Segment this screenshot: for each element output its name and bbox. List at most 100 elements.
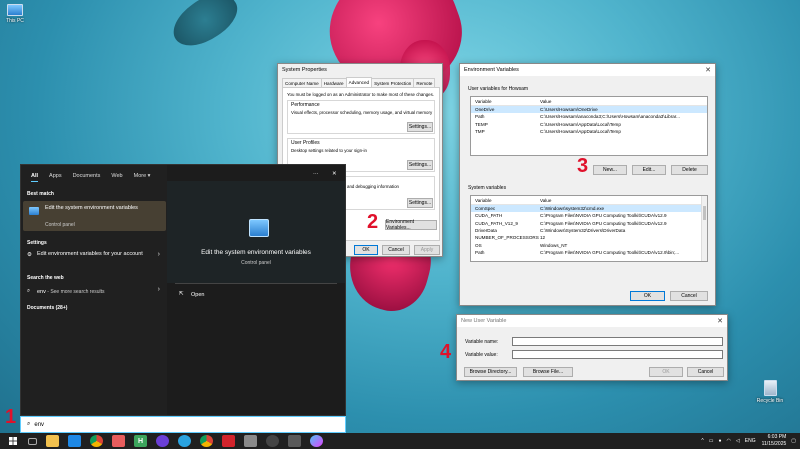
- close-icon[interactable]: ✕: [332, 171, 337, 177]
- user-profiles-heading: User Profiles: [291, 140, 320, 146]
- chrome-profile-icon[interactable]: [200, 435, 213, 447]
- tab-advanced[interactable]: Advanced: [345, 77, 373, 87]
- windows-logo-icon: [8, 437, 17, 445]
- chevron-up-icon[interactable]: ^: [701, 438, 703, 444]
- system-properties-titlebar[interactable]: System Properties: [278, 64, 442, 76]
- startup-settings-button[interactable]: Settings...: [407, 198, 433, 208]
- acrobat-icon[interactable]: [222, 435, 235, 447]
- language-indicator[interactable]: ENG: [745, 438, 756, 444]
- scrollbar-thumb[interactable]: [703, 206, 706, 220]
- system-vars-table[interactable]: Variable Value ComSpec C:\Windows\system3…: [470, 195, 708, 262]
- network-icon[interactable]: ◠: [727, 438, 731, 444]
- col-variable[interactable]: Variable: [471, 198, 540, 203]
- settings-icon[interactable]: [288, 435, 301, 447]
- web-search-result[interactable]: ⌕ env - See more search results ›: [21, 286, 166, 298]
- user-edit-button[interactable]: Edit...: [632, 165, 666, 175]
- best-match-heading: Best match: [27, 191, 54, 197]
- best-match-result[interactable]: Edit the system environment variables Co…: [23, 201, 166, 231]
- close-icon[interactable]: ✕: [705, 66, 711, 74]
- volume-icon[interactable]: ◁: [736, 438, 740, 444]
- system-properties-ok-button[interactable]: OK: [354, 245, 378, 255]
- new-user-var-ok-button[interactable]: OK: [649, 367, 683, 377]
- vscode-icon[interactable]: [68, 435, 81, 447]
- telegram-icon[interactable]: [178, 435, 191, 447]
- user-vars-table[interactable]: Variable Value OneDrive C:\Users\Howsam\O…: [470, 96, 708, 156]
- annotation-step-4: 4: [440, 341, 452, 363]
- settings-gear-icon: ⚙: [27, 252, 32, 258]
- annotation-step-3: 3: [577, 155, 589, 177]
- performance-settings-button[interactable]: Settings...: [407, 122, 433, 132]
- this-pc-label: This PC: [6, 18, 24, 24]
- admin-note: You must be logged on as an Administrato…: [287, 92, 435, 97]
- table-row[interactable]: CUDA_PATH_V12_9 C:\Program Files\NVIDIA G…: [471, 220, 707, 227]
- browse-file-button[interactable]: Browse File...: [523, 367, 573, 377]
- table-row[interactable]: NUMBER_OF_PROCESSORS 12: [471, 234, 707, 241]
- h-app-icon[interactable]: H: [134, 435, 147, 447]
- system-properties-cancel-button[interactable]: Cancel: [382, 245, 410, 255]
- recycle-bin-shortcut[interactable]: Recycle Bin: [756, 380, 784, 404]
- search-input[interactable]: ⌕ env: [20, 416, 346, 433]
- new-user-var-title: New User Variable: [461, 318, 507, 324]
- system-vars-scrollbar[interactable]: [701, 196, 707, 261]
- table-row[interactable]: DriverData C:\Windows\System32\Drivers\Dr…: [471, 227, 707, 234]
- new-user-var-cancel-button[interactable]: Cancel: [687, 367, 724, 377]
- env-vars-titlebar[interactable]: Environment Variables ✕: [460, 64, 715, 76]
- notifications-icon[interactable]: ▢: [791, 438, 796, 444]
- taskbar: H ^ ▭ ● ◠ ◁ ENG 6:03 PM 11/15/2025 ▢: [0, 433, 800, 449]
- tab-apps[interactable]: Apps: [49, 173, 62, 182]
- battery-icon[interactable]: ▭: [709, 438, 714, 444]
- table-row[interactable]: Path C:\Program Files\NVIDIA GPU Computin…: [471, 249, 707, 256]
- browse-directory-button[interactable]: Browse Directory...: [464, 367, 517, 377]
- table-row[interactable]: OS Windows_NT: [471, 241, 707, 248]
- copilot-icon[interactable]: [310, 435, 323, 447]
- best-match-sub: Control panel: [45, 222, 75, 228]
- user-new-button[interactable]: New...: [593, 165, 627, 175]
- table-row[interactable]: CUDA_PATH C:\Program Files\NVIDIA GPU Com…: [471, 212, 707, 219]
- result-preview-pane: ··· ✕ Edit the system environment variab…: [167, 165, 345, 415]
- new-user-var-titlebar[interactable]: New User Variable ✕: [457, 315, 727, 327]
- tab-web[interactable]: Web: [111, 173, 122, 182]
- user-profiles-settings-button[interactable]: Settings...: [407, 160, 433, 170]
- settings-result[interactable]: ⚙ Edit environment variables for your ac…: [21, 249, 166, 269]
- table-row[interactable]: OneDrive C:\Users\Howsam\OneDrive: [471, 106, 707, 114]
- system-tray: ^ ▭ ● ◠ ◁ ENG 6:03 PM 11/15/2025 ▢: [696, 434, 796, 447]
- col-value[interactable]: Value: [540, 99, 707, 104]
- col-value[interactable]: Value: [540, 198, 707, 203]
- chrome-icon[interactable]: [90, 435, 103, 447]
- task-view-icon[interactable]: [28, 437, 37, 445]
- clock[interactable]: 6:03 PM 11/15/2025: [762, 434, 787, 447]
- startup-desc: and debugging information: [347, 184, 399, 189]
- system-properties-apply-button[interactable]: Apply: [414, 245, 440, 255]
- open-icon: ⇱: [179, 291, 184, 297]
- new-user-variable-window: New User Variable ✕ Variable name: Varia…: [456, 314, 728, 381]
- file-explorer-icon[interactable]: [46, 435, 59, 447]
- recycle-bin-label: Recycle Bin: [756, 398, 784, 404]
- system-vars-heading: System variables: [468, 185, 507, 191]
- github-icon[interactable]: [266, 435, 279, 447]
- start-button[interactable]: [6, 435, 19, 447]
- tab-all[interactable]: All: [31, 173, 39, 182]
- media-icon[interactable]: [244, 435, 257, 447]
- table-row[interactable]: Path C:\Users\Howsam\anaconda3;C:\Users\H…: [471, 113, 707, 120]
- open-action[interactable]: ⇱ Open: [175, 289, 275, 301]
- obs-icon[interactable]: [156, 435, 169, 447]
- documents-heading[interactable]: Documents (28+): [27, 305, 67, 311]
- close-icon[interactable]: ✕: [717, 317, 723, 325]
- table-row[interactable]: TEMP C:\Users\Howsam\AppData\Local\Temp: [471, 121, 707, 128]
- col-variable[interactable]: Variable: [471, 99, 540, 104]
- env-vars-ok-button[interactable]: OK: [630, 291, 665, 301]
- environment-variables-button[interactable]: Environment Variables...: [385, 219, 437, 231]
- variable-name-field[interactable]: [512, 337, 723, 346]
- table-row[interactable]: TMP C:\Users\Howsam\AppData\Local\Temp: [471, 128, 707, 135]
- more-options-icon[interactable]: ···: [313, 171, 319, 177]
- this-pc-shortcut[interactable]: This PC: [2, 4, 28, 24]
- table-row[interactable]: ComSpec C:\Windows\system32\cmd.exe: [471, 205, 707, 213]
- tab-more[interactable]: More ▾: [134, 173, 151, 182]
- tab-documents[interactable]: Documents: [73, 173, 101, 182]
- variable-value-field[interactable]: [512, 350, 723, 359]
- user-delete-button[interactable]: Delete: [671, 165, 708, 175]
- microphone-icon[interactable]: ●: [719, 438, 722, 444]
- env-vars-cancel-button[interactable]: Cancel: [670, 291, 708, 301]
- notepad-icon[interactable]: [112, 435, 125, 447]
- user-profiles-desc: Desktop settings related to your sign-in: [291, 148, 367, 153]
